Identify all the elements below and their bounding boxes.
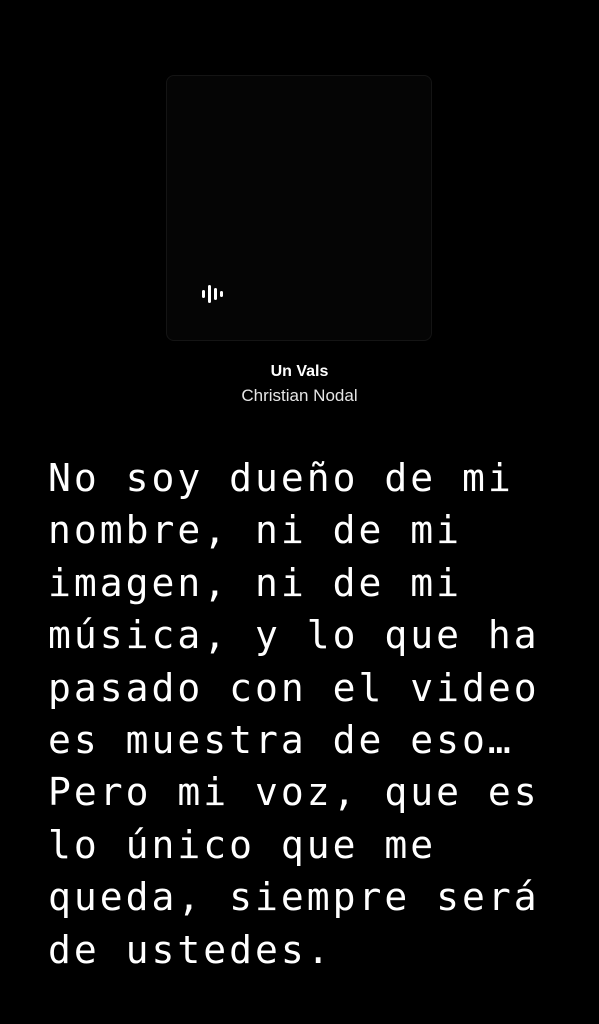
album-art-card[interactable] <box>166 75 432 341</box>
waveform-icon <box>202 285 223 303</box>
track-artist[interactable]: Christian Nodal <box>0 386 599 406</box>
track-title[interactable]: Un Vals <box>0 362 599 382</box>
story-text: No soy dueño de mi nombre, ni de mi imag… <box>48 456 540 972</box>
